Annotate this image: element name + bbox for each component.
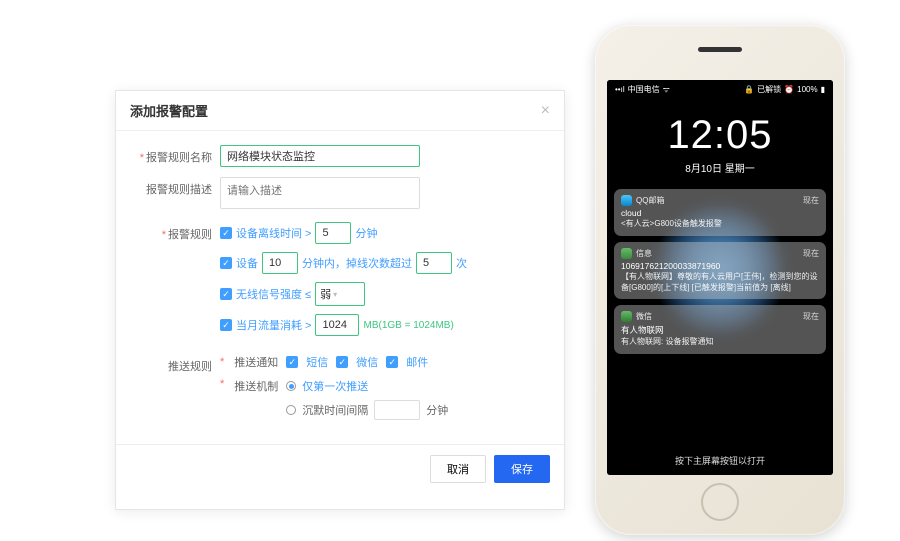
modal-header: 添加报警配置 × [116, 91, 564, 131]
push-mech-label: 推送机制 [234, 378, 278, 394]
sms-icon [621, 248, 632, 259]
clock-time: 12:05 [607, 113, 833, 158]
radio-once[interactable] [286, 381, 296, 391]
offline-label: 设备离线时间 > [236, 225, 311, 241]
alarm-config-modal: 添加报警配置 × *报警规则名称 报警规则描述 *报警规则 ✓ 设备离线时间 > [115, 90, 565, 510]
clock-date: 8月10日 星期一 [607, 160, 833, 175]
lock-icon: 🔒 [744, 85, 754, 94]
label-rule-config: *报警规则 [134, 222, 212, 242]
check-signal[interactable]: ✓ [220, 288, 232, 300]
qqmail-icon [621, 195, 632, 206]
notification-qqmail[interactable]: QQ邮箱现在 cloud <有人云>G800设备触发报警 [614, 189, 826, 236]
wechat-icon [621, 311, 632, 322]
traffic-value-input[interactable] [315, 314, 359, 336]
silence-interval-input[interactable] [374, 400, 420, 420]
modal-title: 添加报警配置 [130, 101, 208, 120]
rule-name-input[interactable] [220, 145, 420, 167]
radio-silence[interactable] [286, 405, 296, 415]
alarm-icon: ⏰ [784, 85, 794, 94]
check-email[interactable]: ✓ [386, 356, 398, 368]
offline-unit: 分钟 [355, 225, 377, 241]
modal-footer: 取消 保存 [116, 444, 564, 493]
cancel-button[interactable]: 取消 [430, 455, 486, 483]
signal-label: 无线信号强度 ≤ [236, 286, 311, 302]
check-traffic[interactable]: ✓ [220, 319, 232, 331]
save-button[interactable]: 保存 [494, 455, 550, 483]
drop-minutes-input[interactable] [262, 252, 298, 274]
traffic-unit: MB(1GB = 1024MB) [363, 320, 453, 331]
drop-label: 设备 [236, 255, 258, 271]
traffic-label: 当月流量消耗 > [236, 317, 311, 333]
chevron-down-icon: ▾ [333, 290, 337, 299]
phone-screen: ••ıl中国电信ᯤ 🔒已解锁⏰100%▮ 12:05 8月10日 星期一 QQ邮… [607, 80, 833, 475]
close-icon[interactable]: × [541, 102, 550, 120]
check-wechat[interactable]: ✓ [336, 356, 348, 368]
notification-sms[interactable]: 信息现在 106917621200033871960 【有人物联网】尊敬的有人云… [614, 242, 826, 300]
drop-mid-label: 分钟内，掉线次数超过 [302, 255, 412, 271]
check-drop[interactable]: ✓ [220, 257, 232, 269]
unlock-hint: 按下主屏幕按钮以打开 [607, 454, 833, 467]
check-offline[interactable]: ✓ [220, 227, 232, 239]
battery-icon: ▮ [821, 85, 825, 94]
push-notify-label: 推送通知 [234, 354, 278, 370]
label-rule-name: *报警规则名称 [134, 145, 212, 165]
rule-desc-input[interactable] [220, 177, 420, 209]
wifi-icon: ᯤ [663, 84, 670, 95]
signal-select[interactable]: 弱▾ [315, 282, 365, 306]
offline-value-input[interactable] [315, 222, 351, 244]
drop-unit: 次 [456, 255, 467, 271]
signal-icon: ••ıl [615, 85, 625, 94]
lock-clock: 12:05 8月10日 星期一 [607, 113, 833, 175]
notification-wechat[interactable]: 微信现在 有人物联网 有人物联网: 设备报警通知 [614, 305, 826, 354]
drop-times-input[interactable] [416, 252, 452, 274]
status-bar: ••ıl中国电信ᯤ 🔒已解锁⏰100%▮ [607, 80, 833, 99]
phone-mockup: ••ıl中国电信ᯤ 🔒已解锁⏰100%▮ 12:05 8月10日 星期一 QQ邮… [595, 25, 845, 535]
label-rule-desc: 报警规则描述 [134, 177, 212, 197]
label-push-rule: 推送规则 [134, 354, 212, 374]
check-sms[interactable]: ✓ [286, 356, 298, 368]
